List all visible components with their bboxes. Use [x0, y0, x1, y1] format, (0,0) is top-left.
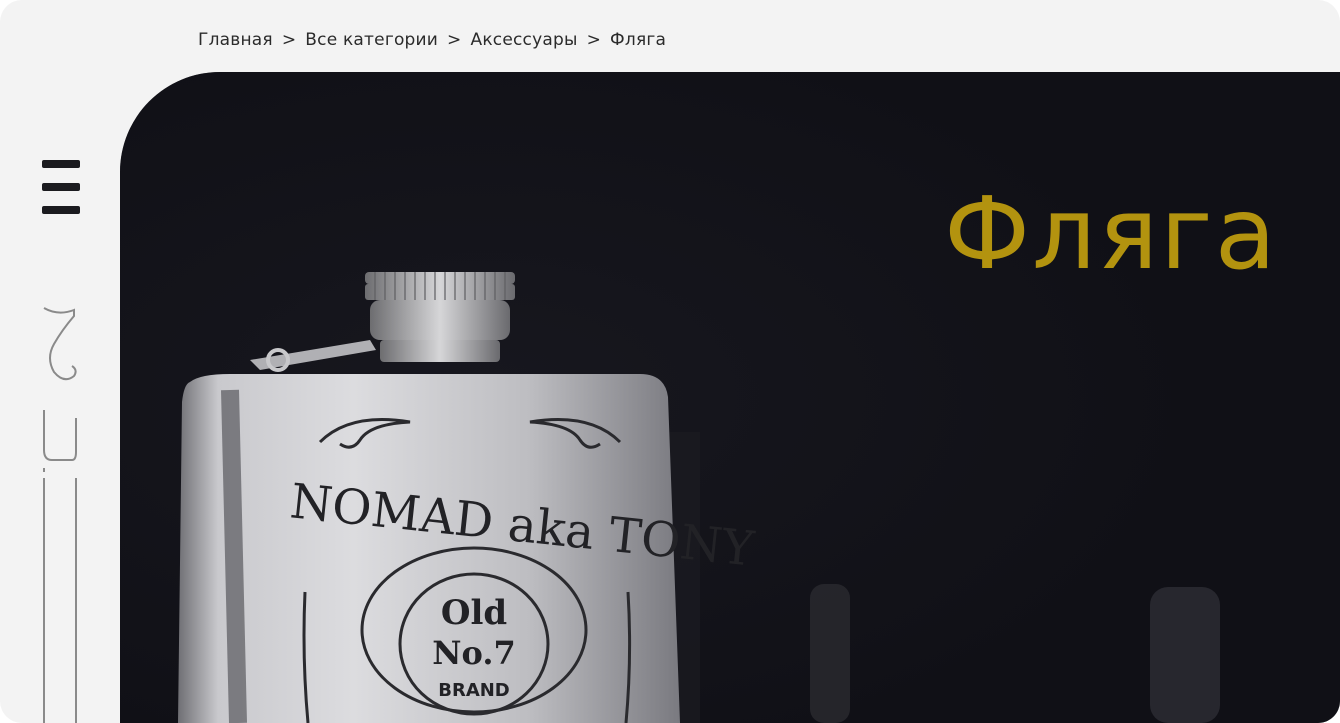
- brand-logo-icon: [43, 307, 77, 723]
- breadcrumb-separator: >: [447, 30, 462, 50]
- label-old: Old: [441, 593, 507, 633]
- breadcrumb: Главная > Все категории > Аксессуары > Ф…: [198, 27, 666, 53]
- hero-banner: NOMAD aka TONY Old No.7 BRAND Фляга: [120, 72, 1340, 723]
- hamburger-menu-icon[interactable]: [42, 160, 80, 214]
- flask-product-image: NOMAD aka TONY Old No.7 BRAND: [120, 72, 1340, 723]
- breadcrumb-separator: >: [281, 30, 297, 50]
- label-brand: BRAND: [438, 680, 510, 701]
- label-no: No.7: [432, 634, 515, 672]
- breadcrumb-current: Фляга: [610, 30, 667, 50]
- breadcrumb-home[interactable]: Главная: [198, 30, 273, 50]
- breadcrumb-accessories[interactable]: Аксессуары: [471, 30, 578, 50]
- breadcrumb-separator: >: [586, 30, 602, 50]
- page-frame: Главная > Все категории > Аксессуары > Ф…: [0, 0, 1340, 723]
- breadcrumb-all-categories[interactable]: Все категории: [305, 30, 438, 50]
- page-title: Фляга: [944, 175, 1278, 292]
